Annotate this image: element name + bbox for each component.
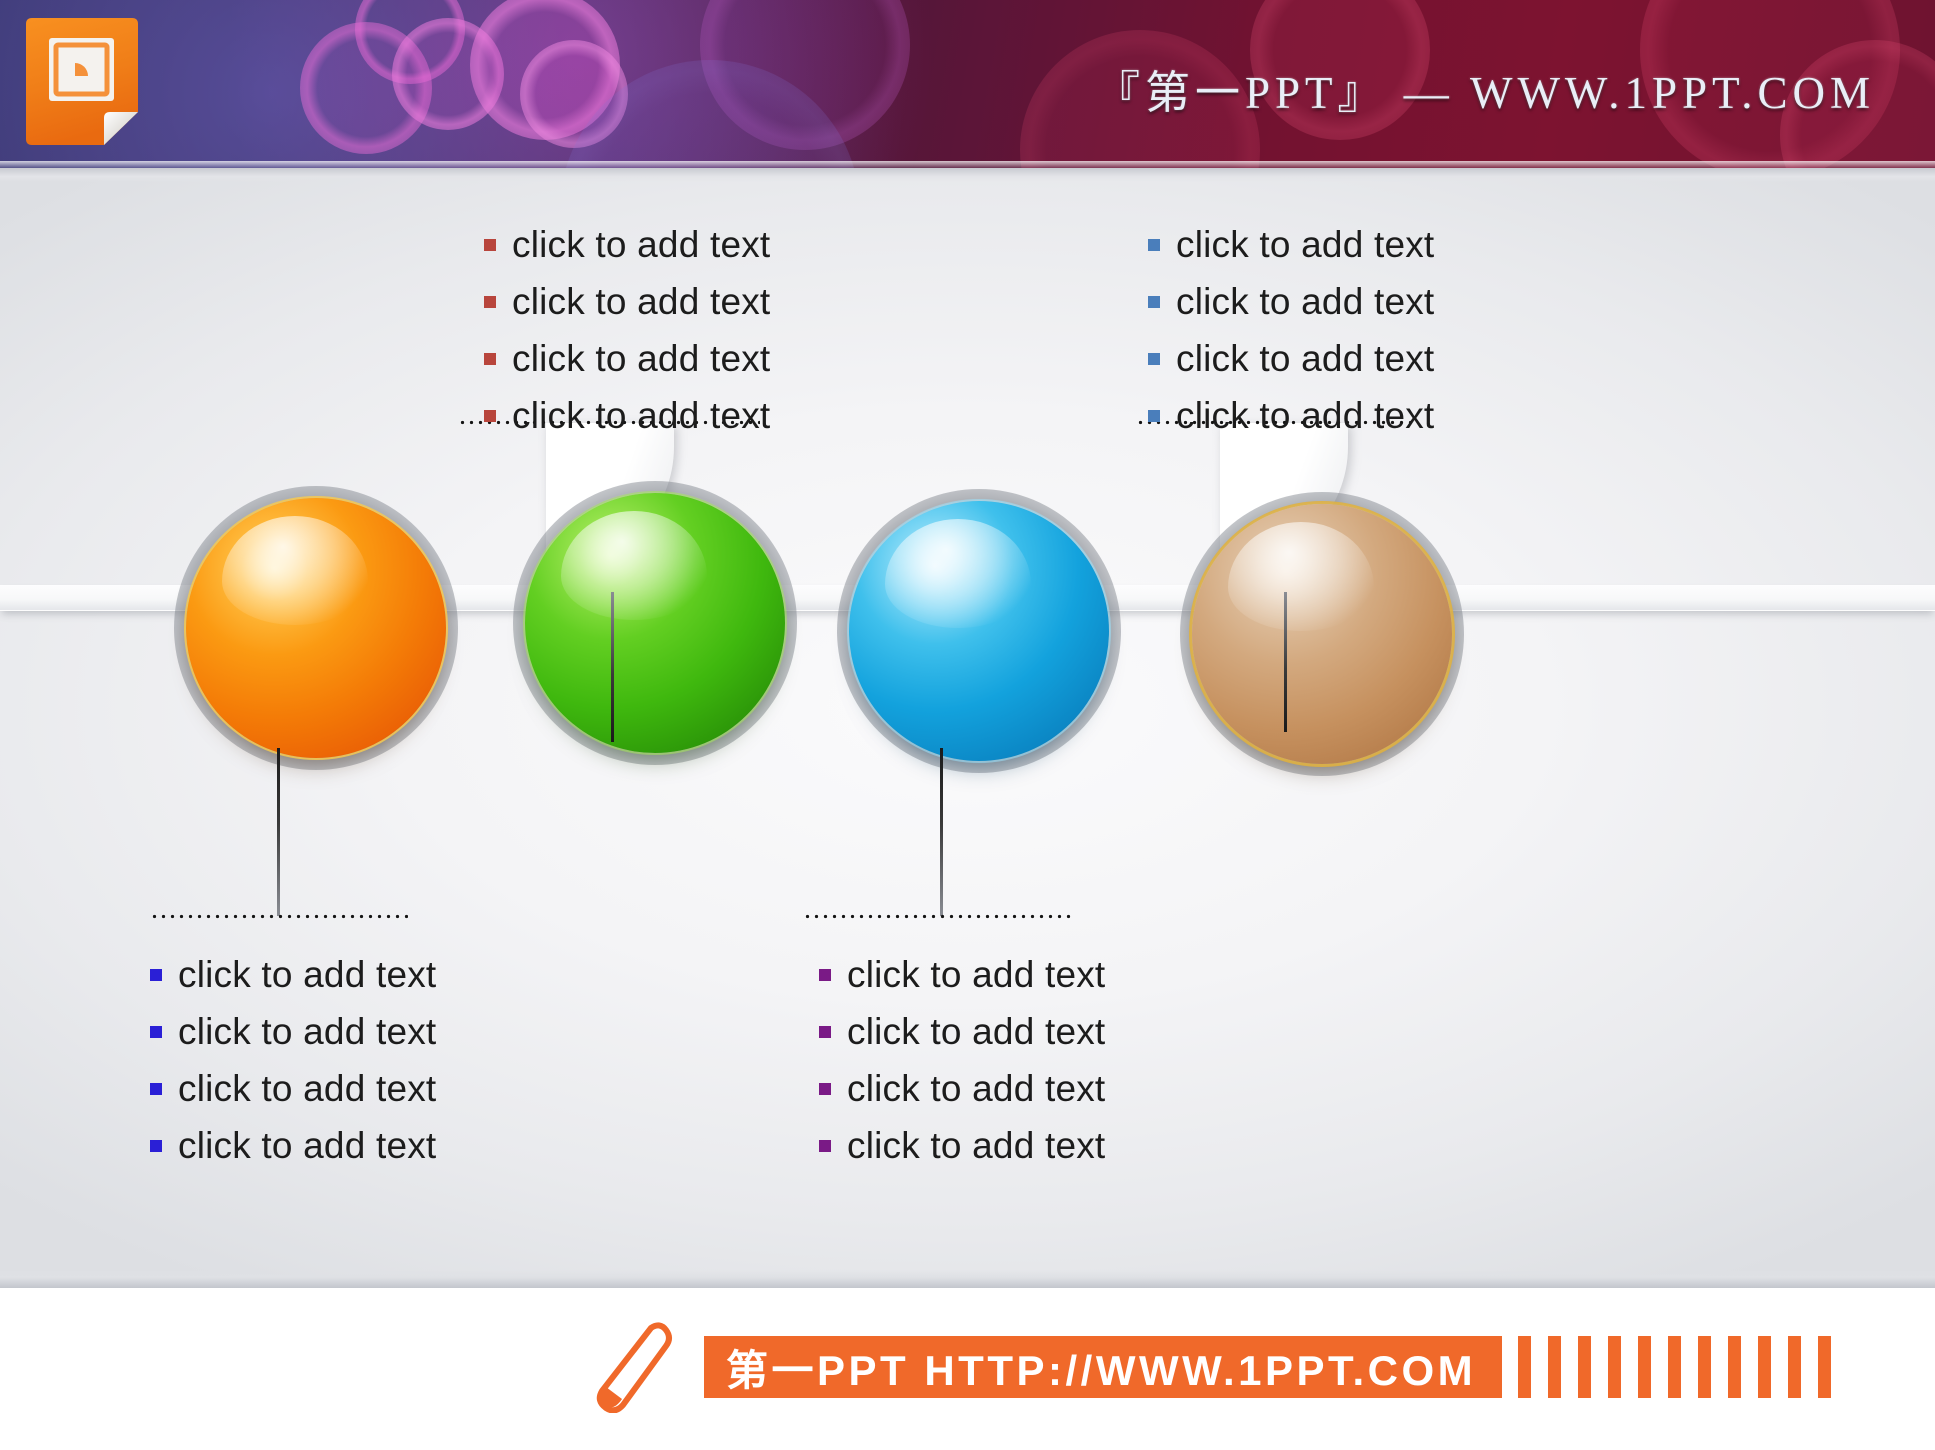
bullet-square-icon xyxy=(819,968,831,981)
footer-branding: 第一PPT HTTP://WWW.1PPT.COM xyxy=(590,1321,1832,1414)
orange-sphere[interactable] xyxy=(186,498,446,758)
connector-line-3 xyxy=(940,748,943,916)
decorative-bars xyxy=(1518,1336,1832,1398)
bullet-square-icon xyxy=(484,352,496,365)
list-item-label: click to add text xyxy=(512,394,771,436)
list-item-label: click to add text xyxy=(1176,394,1435,436)
node-4-sphere-wrap xyxy=(1180,492,1464,776)
bokeh-circle xyxy=(300,22,432,154)
connector-line-4 xyxy=(1284,592,1287,732)
list-item[interactable]: click to add text xyxy=(150,1117,436,1174)
footer-url-text: 第一PPT HTTP://WWW.1PPT.COM xyxy=(726,1346,1477,1394)
node-1-sphere-wrap xyxy=(174,486,458,770)
list-item[interactable]: click to add text xyxy=(150,946,436,1003)
list-item-label: click to add text xyxy=(512,337,771,379)
list-item-label: click to add text xyxy=(1176,223,1435,265)
bullet-square-icon xyxy=(150,1139,162,1152)
connector-line-2 xyxy=(611,592,614,742)
bokeh-circle xyxy=(355,0,465,84)
dotted-separator-1 xyxy=(150,914,408,919)
list-item[interactable]: click to add text xyxy=(484,387,770,444)
text-block-1: click to add text click to add text clic… xyxy=(150,946,436,1174)
list-item-label: click to add text xyxy=(178,1067,437,1109)
dotted-separator-3 xyxy=(803,914,1071,919)
list-item[interactable]: click to add text xyxy=(150,1003,436,1060)
bokeh-circle xyxy=(520,40,628,148)
bar xyxy=(1608,1336,1622,1398)
sphere-highlight xyxy=(222,516,368,626)
bullet-square-icon xyxy=(819,1139,831,1152)
bullet-square-icon xyxy=(1148,295,1160,308)
list-item[interactable]: click to add text xyxy=(819,946,1105,1003)
bullet-square-icon xyxy=(150,1025,162,1038)
list-item[interactable]: click to add text xyxy=(484,216,770,273)
node-3-sphere-wrap xyxy=(837,489,1121,773)
bar xyxy=(1728,1336,1742,1398)
slide-content-area: click to add text click to add text clic… xyxy=(0,168,1935,1288)
header-title: 『第一PPT』 — WWW.1PPT.COM xyxy=(1094,68,1875,118)
list-item[interactable]: click to add text xyxy=(1148,387,1434,444)
list-item-label: click to add text xyxy=(1176,337,1435,379)
bullet-square-icon xyxy=(1148,409,1160,422)
list-item-label: click to add text xyxy=(178,953,437,995)
node-2-sphere-wrap xyxy=(513,481,797,765)
list-item-label: click to add text xyxy=(512,280,771,322)
bullet-square-icon xyxy=(484,409,496,422)
sphere-highlight xyxy=(561,511,707,621)
bullet-square-icon xyxy=(1148,352,1160,365)
bullet-square-icon xyxy=(1148,238,1160,251)
bar xyxy=(1578,1336,1592,1398)
list-item[interactable]: click to add text xyxy=(484,330,770,387)
bullet-square-icon xyxy=(819,1082,831,1095)
list-item-label: click to add text xyxy=(178,1124,437,1166)
text-block-2: click to add text click to add text clic… xyxy=(484,216,770,444)
bar xyxy=(1518,1336,1532,1398)
list-item[interactable]: click to add text xyxy=(819,1003,1105,1060)
text-block-4: click to add text click to add text clic… xyxy=(1148,216,1434,444)
list-item-label: click to add text xyxy=(847,1124,1106,1166)
list-item[interactable]: click to add text xyxy=(1148,273,1434,330)
list-item-label: click to add text xyxy=(1176,280,1435,322)
bar xyxy=(1818,1336,1832,1398)
bokeh-circle xyxy=(700,0,910,150)
bullet-square-icon xyxy=(150,1082,162,1095)
blue-sphere[interactable] xyxy=(849,501,1109,761)
powerpoint-document-icon xyxy=(20,14,142,149)
bar xyxy=(1758,1336,1772,1398)
list-item[interactable]: click to add text xyxy=(819,1060,1105,1117)
bullet-square-icon xyxy=(150,968,162,981)
pencil-icon xyxy=(590,1321,676,1414)
url-plate: 第一PPT HTTP://WWW.1PPT.COM xyxy=(704,1336,1503,1398)
list-item-label: click to add text xyxy=(847,953,1106,995)
bullet-square-icon xyxy=(484,238,496,251)
bar xyxy=(1698,1336,1712,1398)
list-item[interactable]: click to add text xyxy=(484,273,770,330)
site-header-banner: 『第一PPT』 — WWW.1PPT.COM xyxy=(0,0,1935,172)
list-item-label: click to add text xyxy=(178,1010,437,1052)
bokeh-circle xyxy=(560,60,860,168)
sphere-highlight xyxy=(885,519,1031,629)
footer-bar: 第一PPT HTTP://WWW.1PPT.COM xyxy=(0,1288,1935,1450)
bullet-square-icon xyxy=(484,295,496,308)
list-item-label: click to add text xyxy=(512,223,771,265)
list-item[interactable]: click to add text xyxy=(819,1117,1105,1174)
brown-sphere[interactable] xyxy=(1192,504,1452,764)
list-item-label: click to add text xyxy=(847,1067,1106,1109)
connector-line-1 xyxy=(277,748,280,916)
list-item[interactable]: click to add text xyxy=(1148,330,1434,387)
list-item[interactable]: click to add text xyxy=(1148,216,1434,273)
list-item[interactable]: click to add text xyxy=(150,1060,436,1117)
bar xyxy=(1668,1336,1682,1398)
green-sphere[interactable] xyxy=(525,493,785,753)
text-block-3: click to add text click to add text clic… xyxy=(819,946,1105,1174)
bokeh-circle xyxy=(392,18,504,130)
bar xyxy=(1548,1336,1562,1398)
sphere-highlight xyxy=(1228,522,1374,632)
bullet-square-icon xyxy=(819,1025,831,1038)
bar xyxy=(1788,1336,1802,1398)
bar xyxy=(1638,1336,1652,1398)
bokeh-circle xyxy=(470,0,620,140)
list-item-label: click to add text xyxy=(847,1010,1106,1052)
slide-canvas: 『第一PPT』 — WWW.1PPT.COM click to add text xyxy=(0,0,1935,1450)
